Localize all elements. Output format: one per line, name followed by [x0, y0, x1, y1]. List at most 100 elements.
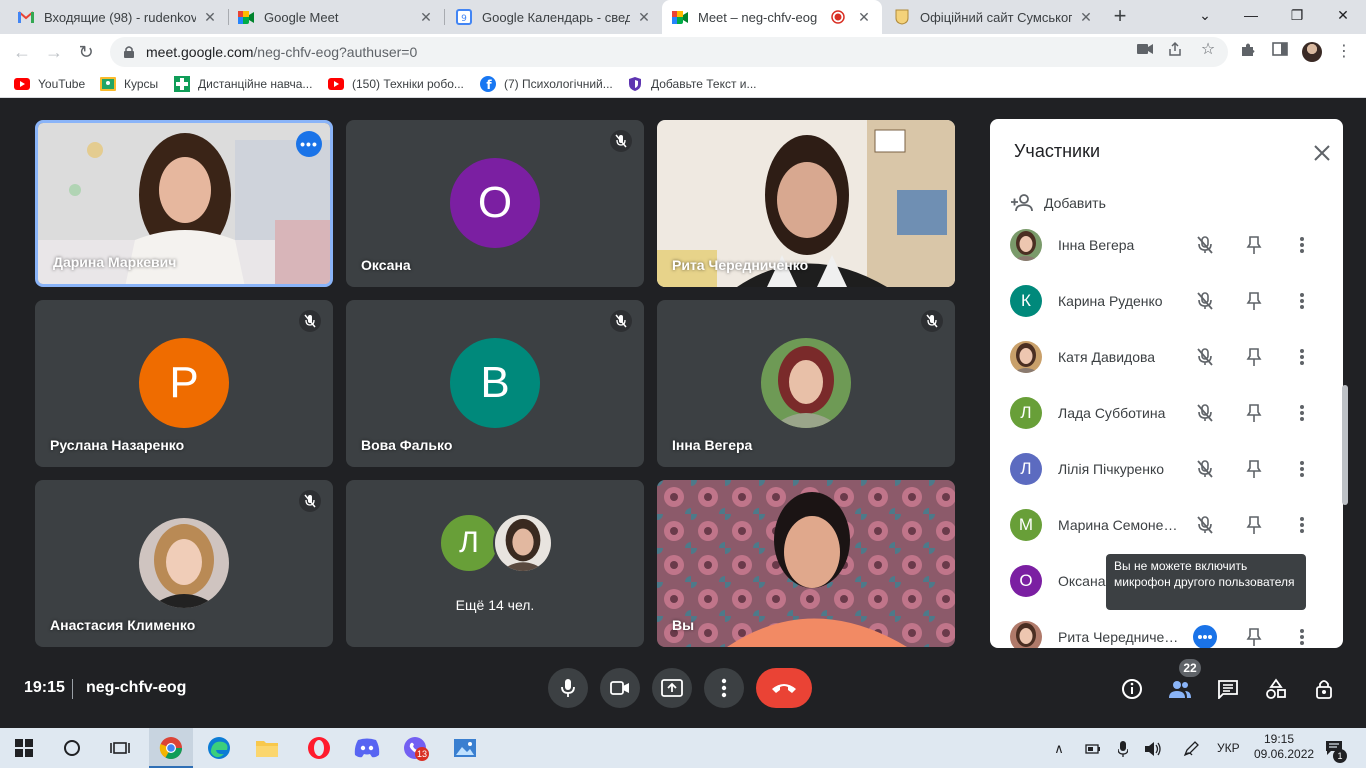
address-bar[interactable]: meet.google.com/neg-chfv-eog?authuser=0 [110, 37, 1228, 67]
kebab-menu-icon[interactable]: ⋮ [1334, 42, 1354, 62]
chevron-up-icon[interactable]: ∧ [1050, 740, 1068, 758]
participant-tile[interactable]: О Оксана [346, 120, 644, 287]
close-panel-button[interactable] [1310, 141, 1334, 165]
more-options-button[interactable]: ••• [296, 131, 322, 157]
kebab-menu-icon[interactable] [1291, 346, 1313, 368]
mic-off-icon[interactable] [1194, 458, 1216, 480]
windows-start-icon[interactable] [10, 734, 38, 762]
participant-tile[interactable]: ••• Дарина Маркевич [35, 120, 333, 287]
tab-google-calendar[interactable]: 9 Google Календарь - сведени ✕ [446, 0, 662, 34]
pin-icon[interactable] [1243, 402, 1265, 424]
self-tile[interactable]: Вы [657, 480, 955, 647]
mic-off-icon[interactable] [1194, 346, 1216, 368]
pin-icon[interactable] [1243, 458, 1265, 480]
more-options-button[interactable] [704, 668, 744, 708]
bookmark-star-icon[interactable]: ☆ [1199, 41, 1217, 59]
mic-off-icon[interactable] [1194, 514, 1216, 536]
participant-tile[interactable]: Анастасия Клименко [35, 480, 333, 647]
kebab-menu-icon[interactable] [1291, 402, 1313, 424]
opera-icon[interactable] [305, 734, 333, 762]
bookmark-add-text[interactable]: Добавьте Текст и... [627, 75, 757, 93]
mic-off-icon[interactable] [1194, 290, 1216, 312]
participant-row[interactable]: Рита Чередниченко [990, 609, 1343, 648]
keyboard-language[interactable]: УКР [1217, 741, 1240, 755]
minimize-button[interactable]: — [1228, 0, 1274, 30]
participant-row[interactable]: Л Лада Субботина [990, 385, 1343, 441]
battery-icon[interactable] [1084, 740, 1102, 758]
kebab-menu-icon[interactable] [1291, 626, 1313, 648]
bookmark-courses[interactable]: Курсы [100, 75, 158, 93]
camera-button[interactable] [600, 668, 640, 708]
photos-icon[interactable] [451, 734, 479, 762]
tab-sumy-site[interactable]: Офіційний сайт Сумського д ✕ [884, 0, 1104, 34]
activities-button[interactable] [1263, 676, 1289, 702]
tab-search-chevron-icon[interactable]: ⌄ [1182, 0, 1228, 30]
host-controls-button[interactable] [1311, 676, 1337, 702]
pin-icon[interactable] [1243, 626, 1265, 648]
kebab-menu-icon[interactable] [1291, 458, 1313, 480]
panel-scrollbar[interactable] [1342, 385, 1348, 505]
close-icon[interactable]: ✕ [1078, 9, 1094, 26]
tab-google-meet[interactable]: Google Meet ✕ [228, 0, 444, 34]
bookmark-distance-learning[interactable]: Дистанційне навча... [174, 75, 312, 93]
participant-row[interactable]: Інна Вегера [990, 217, 1343, 273]
participants-button[interactable] [1167, 676, 1193, 702]
back-arrow-icon[interactable]: ← [10, 40, 34, 64]
more-participants-tile[interactable]: Л Ещё 14 чел. [346, 480, 644, 647]
file-explorer-icon[interactable] [253, 734, 281, 762]
edge-icon[interactable] [205, 734, 233, 762]
kebab-menu-icon[interactable] [1291, 290, 1313, 312]
bookmark-youtube[interactable]: YouTube [14, 75, 85, 93]
chat-icon [1218, 680, 1238, 699]
participant-tile[interactable]: Рита Чередниченко [657, 120, 955, 287]
close-icon[interactable]: ✕ [856, 9, 872, 26]
restore-button[interactable]: ❐ [1274, 0, 1320, 30]
microphone-in-use-icon[interactable] [1114, 740, 1132, 758]
participant-row[interactable]: Катя Давидова [990, 329, 1343, 385]
camera-in-use-icon[interactable] [1136, 41, 1154, 59]
participant-row[interactable]: М Марина Семоненко [990, 497, 1343, 553]
volume-icon[interactable] [1144, 740, 1162, 758]
meeting-details-button[interactable] [1119, 676, 1145, 702]
discord-icon[interactable] [353, 734, 381, 762]
pin-icon[interactable] [1243, 290, 1265, 312]
close-window-button[interactable]: ✕ [1320, 0, 1366, 30]
bookmark-psychology[interactable]: f (7) Психологічний... [480, 75, 613, 93]
task-view-icon[interactable] [106, 734, 134, 762]
extensions-puzzle-icon[interactable] [1238, 42, 1258, 62]
side-panel-icon[interactable] [1270, 42, 1290, 62]
participant-tile[interactable]: Інна Вегера [657, 300, 955, 467]
mic-off-icon[interactable] [1194, 234, 1216, 256]
pen-icon[interactable] [1182, 740, 1200, 758]
system-clock[interactable]: 19:15 09.06.2022 [1254, 732, 1314, 762]
new-tab-button[interactable]: + [1108, 4, 1132, 28]
kebab-menu-icon[interactable] [1291, 234, 1313, 256]
leave-call-button[interactable] [756, 668, 812, 708]
camera-icon [610, 681, 629, 695]
tab-meet-active[interactable]: Meet – neg-chfv-eog ✕ [662, 0, 882, 34]
pin-icon[interactable] [1243, 346, 1265, 368]
participant-tile[interactable]: В Вова Фалько [346, 300, 644, 467]
participant-tile[interactable]: Р Руслана Назаренко [35, 300, 333, 467]
pin-icon[interactable] [1243, 234, 1265, 256]
add-people-button[interactable]: Добавить [1010, 191, 1106, 215]
chrome-icon[interactable] [157, 734, 185, 762]
participant-row[interactable]: К Карина Руденко [990, 273, 1343, 329]
tab-gmail[interactable]: Входящие (98) - rudenkovikt ✕ [8, 0, 228, 34]
pin-icon[interactable] [1243, 514, 1265, 536]
close-icon[interactable]: ✕ [636, 9, 652, 26]
close-icon[interactable]: ✕ [418, 9, 434, 26]
close-icon[interactable]: ✕ [202, 9, 218, 26]
chat-button[interactable] [1215, 676, 1241, 702]
share-icon[interactable] [1166, 41, 1184, 59]
search-icon[interactable] [58, 734, 86, 762]
forward-arrow-icon[interactable]: → [42, 40, 66, 64]
bookmark-youtube-techniques[interactable]: (150) Техніки робо... [328, 75, 464, 93]
mic-off-icon[interactable] [1194, 402, 1216, 424]
profile-avatar[interactable] [1302, 42, 1322, 62]
participant-row[interactable]: Л Лілія Пічкуренко [990, 441, 1343, 497]
microphone-button[interactable] [548, 668, 588, 708]
reload-icon[interactable]: ↻ [74, 40, 98, 64]
kebab-menu-icon[interactable] [1291, 514, 1313, 536]
present-screen-button[interactable] [652, 668, 692, 708]
